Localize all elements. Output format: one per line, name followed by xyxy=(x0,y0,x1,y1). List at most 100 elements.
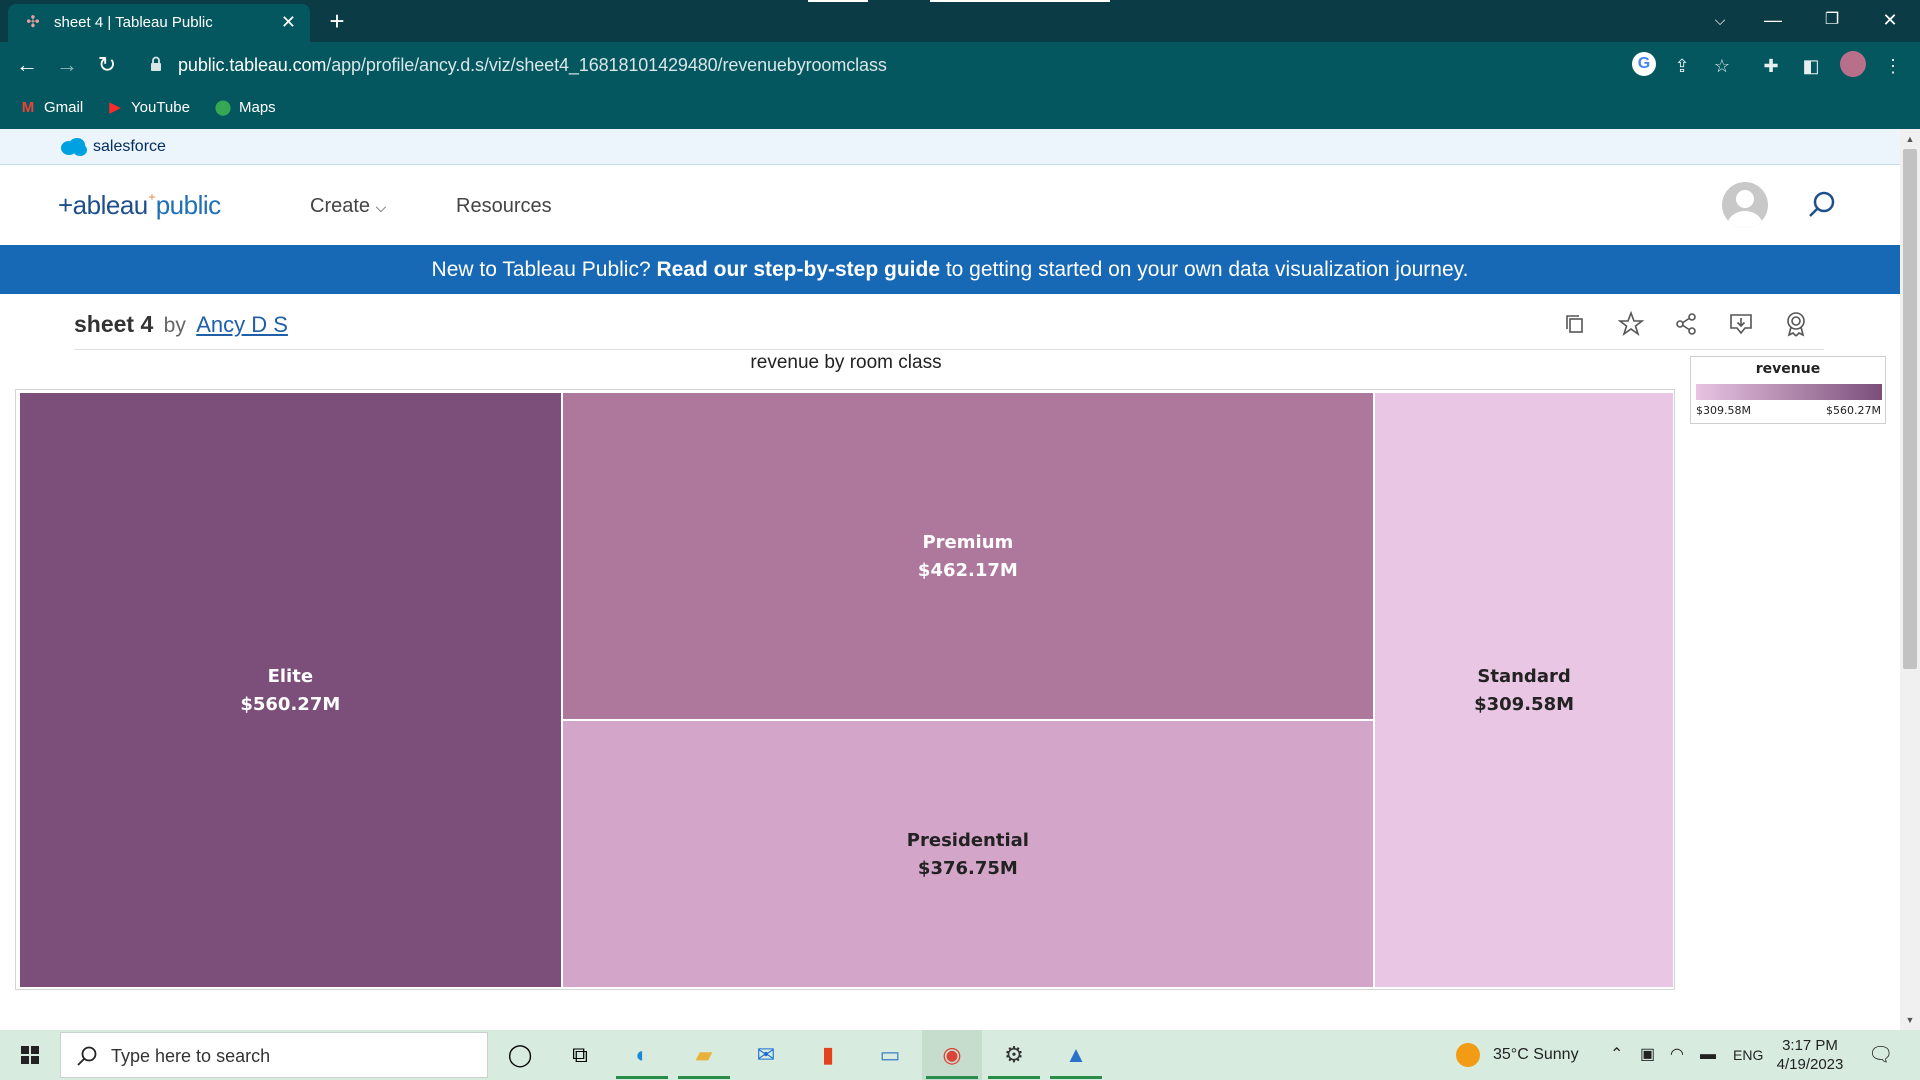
taskbar-photos[interactable]: ▲ xyxy=(1046,1030,1106,1080)
tab-strip-highlight xyxy=(930,0,1110,2)
reload-button[interactable]: ↻ xyxy=(92,50,122,80)
search-icon xyxy=(77,1046,97,1066)
task-view-button[interactable]: ⧉ xyxy=(550,1030,610,1080)
viz-title: sheet 4 by Ancy D S xyxy=(74,311,288,337)
tab-title: sheet 4 | Tableau Public xyxy=(54,14,213,31)
treemap-value-label: $309.58M xyxy=(1474,694,1575,715)
bookmark-star-icon[interactable]: ☆ xyxy=(1711,55,1733,77)
side-panel-icon[interactable]: ◧ xyxy=(1800,55,1822,77)
scrollbar-thumb[interactable] xyxy=(1903,149,1917,669)
weather-sun-icon[interactable] xyxy=(1456,1043,1480,1067)
google-lens-icon[interactable]: G xyxy=(1632,52,1656,76)
treemap-value-label: $560.27M xyxy=(240,694,341,715)
chrome-icon: ◉ xyxy=(942,1042,962,1067)
nav-resources[interactable]: Resources xyxy=(456,195,552,218)
laptop-icon: ▭ xyxy=(879,1042,901,1067)
page-scrollbar[interactable]: ▲ ▼ xyxy=(1900,129,1920,1030)
edge-icon: ◐ xyxy=(635,1042,649,1067)
taskbar-settings[interactable]: ⚙ xyxy=(984,1030,1044,1080)
mail-icon: ✉ xyxy=(756,1042,776,1067)
treemap-cell-presidential[interactable]: Presidential $376.75M xyxy=(561,720,1375,988)
photos-icon: ▲ xyxy=(1065,1042,1087,1067)
treemap-category-label: Standard xyxy=(1477,666,1571,687)
back-button[interactable]: ← xyxy=(12,50,42,80)
salesforce-cloud-icon xyxy=(61,138,87,156)
treemap-cell-standard[interactable]: Standard $309.58M xyxy=(1374,392,1674,988)
maps-icon: ⬤ xyxy=(214,99,232,116)
legend-title: revenue xyxy=(1755,361,1821,377)
user-avatar[interactable] xyxy=(1722,182,1768,228)
tableau-public-nav: +ableau⁺public Create ⌵ Resources xyxy=(0,165,1900,245)
copy-icon[interactable] xyxy=(1562,310,1590,338)
treemap-value-label: $376.75M xyxy=(917,858,1018,880)
browser-menu-icon[interactable]: ⋮ xyxy=(1882,55,1904,77)
tableau-favicon-icon: ✣ xyxy=(26,14,40,31)
forward-button[interactable]: → xyxy=(52,50,82,80)
tab-strip-highlight xyxy=(808,0,868,2)
windows-start-icon[interactable] xyxy=(8,1040,52,1070)
taskbar-office[interactable]: ▮ xyxy=(798,1030,858,1080)
treemap-cell-premium[interactable]: Premium $462.17M xyxy=(561,392,1375,721)
weather-text[interactable]: 35°C Sunny xyxy=(1493,1045,1579,1065)
treemap-cell-label: Standard $309.58M xyxy=(1375,663,1673,719)
scroll-up-icon[interactable]: ▲ xyxy=(1900,131,1920,147)
share-icon[interactable] xyxy=(1672,310,1700,338)
address-bar[interactable]: public.tableau.com/app/profile/ancy.d.s/… xyxy=(130,47,1663,83)
extensions-icon[interactable]: ✚ xyxy=(1760,55,1782,77)
scroll-down-icon[interactable]: ▼ xyxy=(1900,1012,1920,1028)
favorite-star-icon[interactable] xyxy=(1617,310,1645,338)
taskbar-search-box[interactable]: Type here to search xyxy=(60,1032,488,1078)
task-view-icon: ⧉ xyxy=(572,1042,588,1067)
restore-button[interactable]: ❐ xyxy=(1804,0,1860,42)
tab-search-chevron-icon[interactable]: ⌵ xyxy=(1692,0,1748,42)
taskbar-mail[interactable]: ✉ xyxy=(736,1030,796,1080)
viz-of-the-day-badge-icon[interactable] xyxy=(1782,310,1810,338)
cortana-circle-icon: ◯ xyxy=(507,1042,533,1067)
share-page-icon[interactable]: ⇪ xyxy=(1671,55,1693,77)
tray-chevron-up-icon[interactable]: ⌃ xyxy=(1610,1045,1623,1065)
download-icon[interactable] xyxy=(1727,310,1755,338)
taskbar-file-explorer[interactable]: ▰ xyxy=(674,1030,734,1080)
color-legend: revenue $309.58M $560.27M xyxy=(1690,356,1886,424)
gear-icon: ⚙ xyxy=(1004,1042,1024,1067)
bookmark-maps[interactable]: ⬤ Maps xyxy=(213,98,276,118)
viz-header: sheet 4 by Ancy D S xyxy=(74,294,1824,350)
chart-title: revenue by room class xyxy=(750,352,942,373)
step-by-step-guide-link[interactable]: Read our step-by-step guide xyxy=(656,258,940,281)
url-text: public.tableau.com/app/profile/ancy.d.s/… xyxy=(178,55,887,75)
bookmark-youtube[interactable]: ▶ YouTube xyxy=(105,98,190,118)
taskbar-laptop-app[interactable]: ▭ xyxy=(860,1030,920,1080)
close-window-button[interactable]: ✕ xyxy=(1862,0,1918,42)
gmail-icon: M xyxy=(21,99,35,116)
taskbar-edge[interactable]: ◐ xyxy=(612,1030,672,1080)
language-indicator[interactable]: ENG xyxy=(1733,1045,1763,1065)
cortana-button[interactable]: ◯ xyxy=(490,1030,550,1080)
youtube-icon: ▶ xyxy=(109,99,121,116)
profile-avatar-icon[interactable] xyxy=(1840,51,1866,77)
treemap-cell-elite[interactable]: Elite $560.27M xyxy=(19,392,562,988)
clock-date: 4/19/2023 xyxy=(1776,1056,1844,1073)
getting-started-banner: New to Tableau Public? Read our step-by-… xyxy=(0,245,1900,294)
close-tab-icon[interactable]: ✕ xyxy=(281,12,296,32)
author-link[interactable]: Ancy D S xyxy=(196,312,288,337)
taskbar-clock[interactable]: 3:17 PM 4/19/2023 xyxy=(1760,1036,1860,1074)
bookmark-gmail[interactable]: M Gmail xyxy=(18,98,83,118)
battery-icon[interactable]: ▬ xyxy=(1700,1045,1716,1065)
nav-create[interactable]: Create ⌵ xyxy=(310,195,386,218)
notifications-icon[interactable]: 🗨 xyxy=(1868,1045,1893,1065)
lock-icon xyxy=(151,56,161,71)
search-icon[interactable] xyxy=(1806,189,1838,221)
minimize-button[interactable]: — xyxy=(1745,0,1801,42)
windows-taskbar: Type here to search ◯ ⧉ ◐ ▰ ✉ ▮ ▭ ◉ ⚙ ▲ … xyxy=(0,1030,1920,1080)
tableau-public-logo[interactable]: +ableau⁺public xyxy=(58,190,221,221)
new-tab-button[interactable]: + xyxy=(322,6,352,36)
wifi-icon[interactable]: ◠ xyxy=(1670,1045,1684,1065)
tray-app-icon[interactable]: ▣ xyxy=(1640,1045,1655,1065)
treemap-category-label: Presidential xyxy=(906,830,1029,852)
browser-tab[interactable]: ✣ sheet 4 | Tableau Public ✕ xyxy=(8,4,310,42)
treemap-category-label: Premium xyxy=(922,532,1014,554)
taskbar-chrome[interactable]: ◉ xyxy=(922,1030,982,1080)
treemap-cell-label: Premium $462.17M xyxy=(563,529,1374,585)
chevron-down-icon: ⌵ xyxy=(375,199,387,215)
salesforce-bar: salesforce xyxy=(0,129,1900,165)
